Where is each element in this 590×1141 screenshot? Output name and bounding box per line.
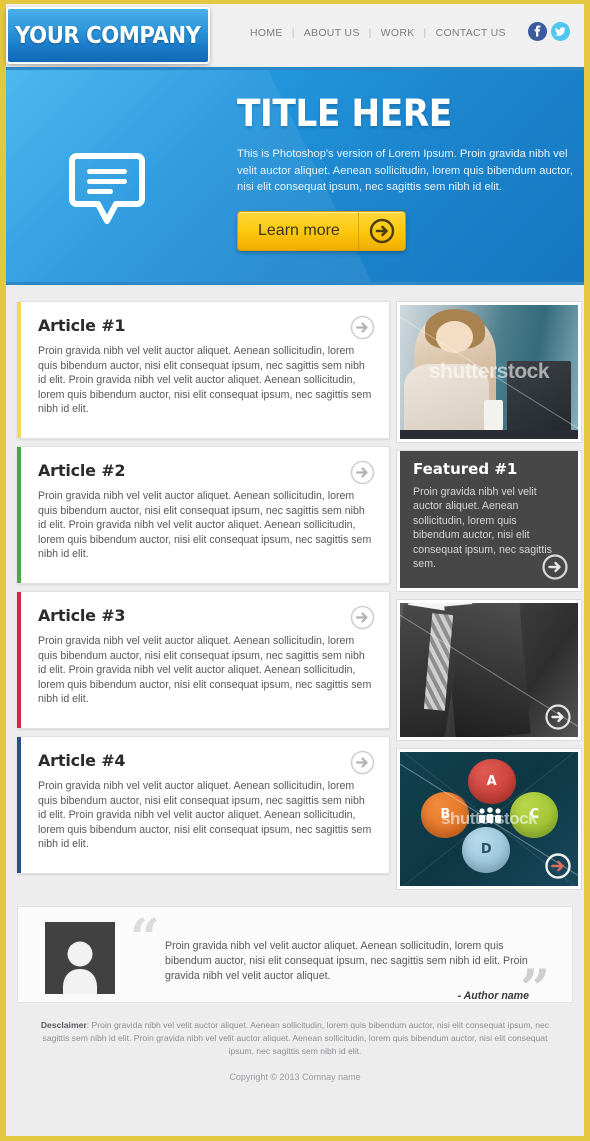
email-template-page: YOUR COMPANY HOME | ABOUT US | WORK | CO…: [0, 0, 590, 1141]
social-links: [528, 22, 570, 41]
article-body: Proin gravida nibh vel velit auctor aliq…: [38, 345, 372, 416]
testimonial-quote: Proin gravida nibh vel velit auctor aliq…: [165, 940, 528, 982]
nav-item-contact-us[interactable]: CONTACT US: [436, 27, 506, 39]
bubble-c: C: [510, 792, 559, 838]
testimonial-content: Proin gravida nibh vel velit auctor aliq…: [165, 939, 535, 1002]
sidebar-photo-infographic[interactable]: A B C D shutterstock: [396, 748, 582, 890]
main-content: Article #1 Proin gravida nibh vel velit …: [6, 285, 584, 897]
sidebar-photo-businessman[interactable]: [396, 599, 582, 741]
bubble-label: C: [529, 807, 540, 823]
arrow-right-icon[interactable]: [542, 554, 568, 580]
featured-title: Featured #1: [413, 460, 518, 478]
photo-frame: [400, 603, 578, 737]
twitter-glyph: [555, 27, 566, 36]
arrow-right-icon[interactable]: [350, 750, 375, 775]
speech-bubble-icon: [68, 152, 146, 226]
copyright-text: Copyright © 2013 Comnay name: [229, 1072, 361, 1082]
bubble-label: D: [480, 842, 492, 858]
facebook-glyph: [534, 25, 541, 37]
article-card-2[interactable]: Article #2 Proin gravida nibh vel velit …: [17, 446, 390, 584]
article-body: Proin gravida nibh vel velit auctor aliq…: [38, 780, 372, 851]
photo-face: [435, 321, 473, 354]
main-navigation: HOME | ABOUT US | WORK | CONTACT US: [250, 27, 506, 39]
arrow-right-icon[interactable]: [545, 853, 571, 879]
twitter-icon[interactable]: [551, 22, 570, 41]
photo-desk: [400, 429, 578, 439]
nav-separator: |: [423, 27, 427, 39]
nav-separator: |: [291, 27, 295, 39]
site-header: YOUR COMPANY HOME | ABOUT US | WORK | CO…: [6, 4, 584, 71]
article-card-1[interactable]: Article #1 Proin gravida nibh vel velit …: [17, 301, 390, 439]
bubble-b: B: [421, 792, 470, 838]
article-title: Article #2: [38, 461, 126, 480]
user-avatar-icon: [45, 922, 115, 994]
arrow-right-icon[interactable]: [350, 460, 375, 485]
featured-body: Proin gravida nibh vel velit auctor aliq…: [413, 486, 552, 571]
testimonial-author: - Author name: [457, 990, 529, 1002]
photo-frame: A B C D shutterstock: [400, 752, 578, 886]
company-logo-text: YOUR COMPANY: [15, 22, 201, 49]
hero-content: TITLE HERE This is Photoshop's version o…: [237, 94, 577, 251]
featured-panel: Featured #1 Proin gravida nibh vel velit…: [400, 451, 578, 588]
hero-title: TITLE HERE: [237, 92, 452, 135]
arrow-right-icon[interactable]: [350, 605, 375, 630]
testimonial-block: “ Proin gravida nibh vel velit auctor al…: [17, 906, 573, 1016]
featured-card[interactable]: Featured #1 Proin gravida nibh vel velit…: [396, 450, 582, 592]
nav-item-about-us[interactable]: ABOUT US: [304, 27, 360, 39]
bubble-label: B: [440, 807, 451, 823]
photo-jacket: [403, 363, 489, 439]
company-logo[interactable]: YOUR COMPANY: [6, 7, 210, 64]
article-card-3[interactable]: Article #3 Proin gravida nibh vel velit …: [17, 591, 390, 729]
photo-frame: shutterstock: [400, 305, 578, 439]
bubble-a: A: [467, 758, 516, 805]
arrow-right-icon: [359, 212, 405, 250]
nav-item-home[interactable]: HOME: [250, 27, 283, 39]
nav-separator: |: [368, 27, 372, 39]
hero-banner: TITLE HERE This is Photoshop's version o…: [6, 67, 584, 285]
article-title: Article #1: [38, 316, 126, 335]
disclaimer-label: Desclaimer: [40, 1020, 87, 1030]
photo-laptop: [506, 361, 571, 437]
sidebar-column: shutterstock Featured #1 Proin gravida n…: [396, 301, 582, 897]
site-footer: Desclaimer: Proin gravida nibh vel velit…: [6, 1003, 584, 1082]
content-grid: Article #1 Proin gravida nibh vel velit …: [17, 301, 582, 897]
article-title: Article #4: [38, 751, 126, 770]
article-body: Proin gravida nibh vel velit auctor aliq…: [38, 635, 372, 706]
facebook-icon[interactable]: [528, 22, 547, 41]
articles-column: Article #1 Proin gravida nibh vel velit …: [17, 301, 390, 897]
quote-open-mark: “: [130, 908, 160, 969]
quote-close-mark: ”: [520, 959, 550, 1020]
disclaimer-body: : Proin gravida nibh vel velit auctor al…: [42, 1020, 550, 1056]
arrow-right-icon[interactable]: [350, 315, 375, 340]
nav-item-work[interactable]: WORK: [381, 27, 415, 39]
bubble-label: A: [486, 773, 497, 789]
article-body: Proin gravida nibh vel velit auctor aliq…: [38, 490, 372, 561]
learn-more-label: Learn more: [238, 211, 359, 250]
article-title: Article #3: [38, 606, 126, 625]
learn-more-button[interactable]: Learn more: [237, 210, 406, 251]
bubble-d: D: [462, 827, 511, 873]
disclaimer-text: Desclaimer: Proin gravida nibh vel velit…: [34, 1019, 556, 1058]
sidebar-photo-businesswoman[interactable]: shutterstock: [396, 301, 582, 443]
article-card-4[interactable]: Article #4 Proin gravida nibh vel velit …: [17, 736, 390, 874]
hero-description: This is Photoshop's version of Lorem Ips…: [237, 148, 573, 193]
